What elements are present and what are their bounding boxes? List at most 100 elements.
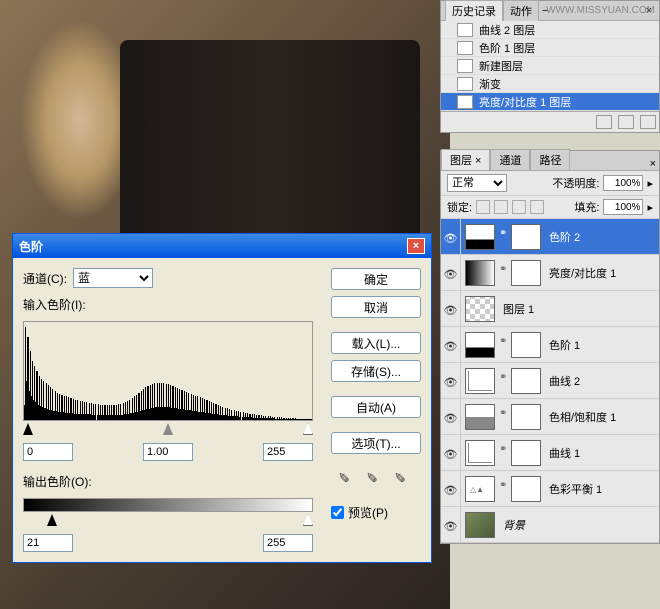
layer-row[interactable]: 亮度/对比度 1 — [441, 255, 659, 291]
visibility-toggle[interactable] — [441, 507, 461, 543]
visibility-toggle[interactable] — [441, 471, 461, 507]
layer-thumbnail[interactable] — [465, 296, 495, 322]
new-doc-icon[interactable] — [596, 115, 612, 129]
cancel-button[interactable]: 取消 — [331, 296, 421, 318]
layer-thumbnail[interactable] — [465, 512, 495, 538]
mask-thumbnail[interactable] — [511, 440, 541, 466]
layer-thumbnail[interactable] — [465, 440, 495, 466]
visibility-toggle[interactable] — [441, 399, 461, 435]
layer-name-label: 色彩平衡 1 — [549, 481, 602, 497]
input-black-value[interactable] — [23, 443, 73, 461]
layer-thumbnail[interactable] — [465, 368, 495, 394]
chevron-right-icon[interactable]: ▸ — [647, 201, 653, 214]
lock-transparency-icon[interactable] — [476, 200, 490, 214]
lock-pixels-icon[interactable] — [494, 200, 508, 214]
visibility-toggle[interactable] — [441, 219, 461, 255]
history-step-icon — [457, 77, 473, 91]
history-list: 曲线 2 图层色阶 1 图层新建图层渐变亮度/对比度 1 图层 — [441, 21, 659, 111]
history-step-icon — [457, 41, 473, 55]
save-button[interactable]: 存储(S)... — [331, 360, 421, 382]
layer-row[interactable]: 色阶 2 — [441, 219, 659, 255]
layer-name-label: 色相/饱和度 1 — [549, 409, 616, 425]
layer-thumbnail[interactable] — [465, 476, 495, 502]
history-item[interactable]: 渐变 — [441, 75, 659, 93]
trash-icon[interactable] — [640, 115, 656, 129]
white-eyedropper-icon[interactable] — [394, 468, 414, 488]
opacity-input[interactable] — [603, 175, 643, 191]
history-footer — [441, 111, 659, 132]
visibility-toggle[interactable] — [441, 291, 461, 327]
gray-eyedropper-icon[interactable] — [366, 468, 386, 488]
layer-thumbnail[interactable] — [465, 224, 495, 250]
auto-button[interactable]: 自动(A) — [331, 396, 421, 418]
output-slider[interactable] — [23, 514, 313, 530]
options-button[interactable]: 选项(T)... — [331, 432, 421, 454]
input-white-value[interactable] — [263, 443, 313, 461]
link-icon[interactable] — [499, 407, 507, 427]
lock-position-icon[interactable] — [512, 200, 526, 214]
history-item-label: 渐变 — [479, 76, 501, 92]
load-button[interactable]: 载入(L)... — [331, 332, 421, 354]
visibility-toggle[interactable] — [441, 255, 461, 291]
layer-row[interactable]: 曲线 1 — [441, 435, 659, 471]
chevron-right-icon[interactable]: ▸ — [647, 177, 653, 190]
layer-row[interactable]: 色相/饱和度 1 — [441, 399, 659, 435]
input-slider[interactable] — [23, 423, 313, 439]
history-item[interactable]: 曲线 2 图层 — [441, 21, 659, 39]
mask-thumbnail[interactable] — [511, 404, 541, 430]
history-item[interactable]: 色阶 1 图层 — [441, 39, 659, 57]
mask-thumbnail[interactable] — [511, 224, 541, 250]
blend-mode-select[interactable]: 正常 — [447, 174, 507, 192]
visibility-toggle[interactable] — [441, 327, 461, 363]
link-icon[interactable] — [499, 263, 507, 283]
layer-thumbnail[interactable] — [465, 260, 495, 286]
tab-channels[interactable]: 通道 — [490, 149, 530, 170]
link-icon[interactable] — [499, 479, 507, 499]
watermark: WWW.MISSYUAN.COM — [546, 5, 655, 16]
history-step-icon — [457, 23, 473, 37]
history-item[interactable]: 新建图层 — [441, 57, 659, 75]
black-eyedropper-icon[interactable] — [338, 468, 358, 488]
output-black-value[interactable] — [23, 534, 73, 552]
fill-input[interactable] — [603, 199, 643, 215]
mask-thumbnail[interactable] — [511, 332, 541, 358]
channel-select[interactable]: 蓝 — [73, 268, 153, 288]
mask-thumbnail[interactable] — [511, 476, 541, 502]
close-icon[interactable]: × — [647, 158, 659, 170]
output-white-handle[interactable] — [303, 514, 313, 526]
preview-checkbox[interactable] — [331, 506, 344, 519]
eye-icon — [444, 268, 458, 278]
output-white-value[interactable] — [263, 534, 313, 552]
layer-row[interactable]: 曲线 2 — [441, 363, 659, 399]
layer-thumbnail[interactable] — [465, 404, 495, 430]
tab-history[interactable]: 历史记录 — [445, 0, 503, 21]
visibility-toggle[interactable] — [441, 363, 461, 399]
mask-thumbnail[interactable] — [511, 260, 541, 286]
layer-thumbnail[interactable] — [465, 332, 495, 358]
link-icon[interactable] — [499, 335, 507, 355]
layer-row[interactable]: 色阶 1 — [441, 327, 659, 363]
output-black-handle[interactable] — [47, 514, 57, 526]
black-point-handle[interactable] — [23, 423, 33, 435]
tab-layers[interactable]: 图层 × — [441, 149, 490, 170]
tab-paths[interactable]: 路径 — [530, 149, 570, 170]
lock-all-icon[interactable] — [530, 200, 544, 214]
snapshot-icon[interactable] — [618, 115, 634, 129]
mask-thumbnail[interactable] — [511, 368, 541, 394]
input-mid-value[interactable] — [143, 443, 193, 461]
layer-name-label: 色阶 1 — [549, 337, 580, 353]
history-item[interactable]: 亮度/对比度 1 图层 — [441, 93, 659, 111]
link-icon[interactable] — [499, 443, 507, 463]
visibility-toggle[interactable] — [441, 435, 461, 471]
link-icon[interactable] — [499, 371, 507, 391]
tab-actions[interactable]: 动作 — [503, 0, 539, 21]
close-icon[interactable]: × — [407, 238, 425, 254]
link-icon[interactable] — [499, 227, 507, 247]
white-point-handle[interactable] — [303, 423, 313, 435]
layer-row[interactable]: 色彩平衡 1 — [441, 471, 659, 507]
layer-row[interactable]: 图层 1 — [441, 291, 659, 327]
levels-titlebar[interactable]: 色阶 × — [13, 234, 431, 258]
layer-row[interactable]: 背景 — [441, 507, 659, 543]
gray-point-handle[interactable] — [163, 423, 173, 435]
ok-button[interactable]: 确定 — [331, 268, 421, 290]
